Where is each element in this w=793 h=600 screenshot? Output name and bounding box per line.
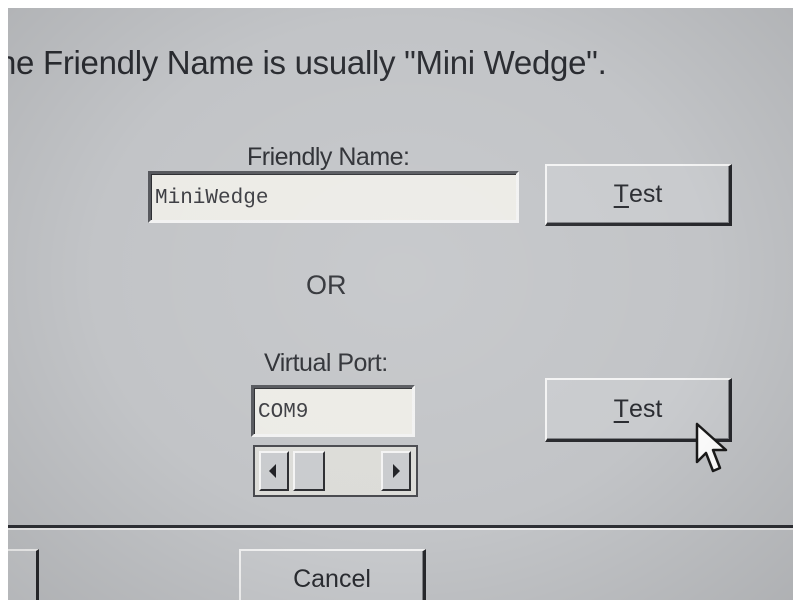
friendly-name-test-button[interactable]: Test	[545, 164, 732, 226]
ok-button-partial[interactable]	[8, 549, 39, 600]
test-button-mnemonic: T	[613, 180, 629, 208]
dialog-window: he Friendly Name is usually "Mini Wedge"…	[8, 8, 793, 600]
cancel-label: Cancel	[293, 565, 371, 593]
scroll-left-button[interactable]	[259, 451, 289, 491]
virtual-port-label: Virtual Port:	[264, 349, 388, 377]
divider-line	[8, 525, 793, 528]
scroll-thumb[interactable]	[293, 451, 325, 491]
scroll-right-button[interactable]	[381, 451, 411, 491]
test-button-label-rest: est	[628, 395, 663, 423]
mouse-pointer-icon	[695, 422, 728, 473]
friendly-name-input[interactable]: MiniWedge	[148, 171, 519, 223]
triangle-right-icon	[393, 464, 400, 478]
virtual-port-scrollbar[interactable]	[253, 445, 418, 497]
cancel-button[interactable]: Cancel	[239, 549, 426, 600]
friendly-name-label: Friendly Name:	[247, 143, 410, 171]
test-button-mnemonic: T	[613, 395, 629, 423]
test-button-label-rest: est	[628, 180, 663, 208]
virtual-port-input[interactable]: COM9	[251, 385, 415, 437]
intro-text: he Friendly Name is usually "Mini Wedge"…	[8, 44, 607, 81]
triangle-left-icon	[269, 464, 276, 478]
or-separator: OR	[306, 270, 347, 300]
